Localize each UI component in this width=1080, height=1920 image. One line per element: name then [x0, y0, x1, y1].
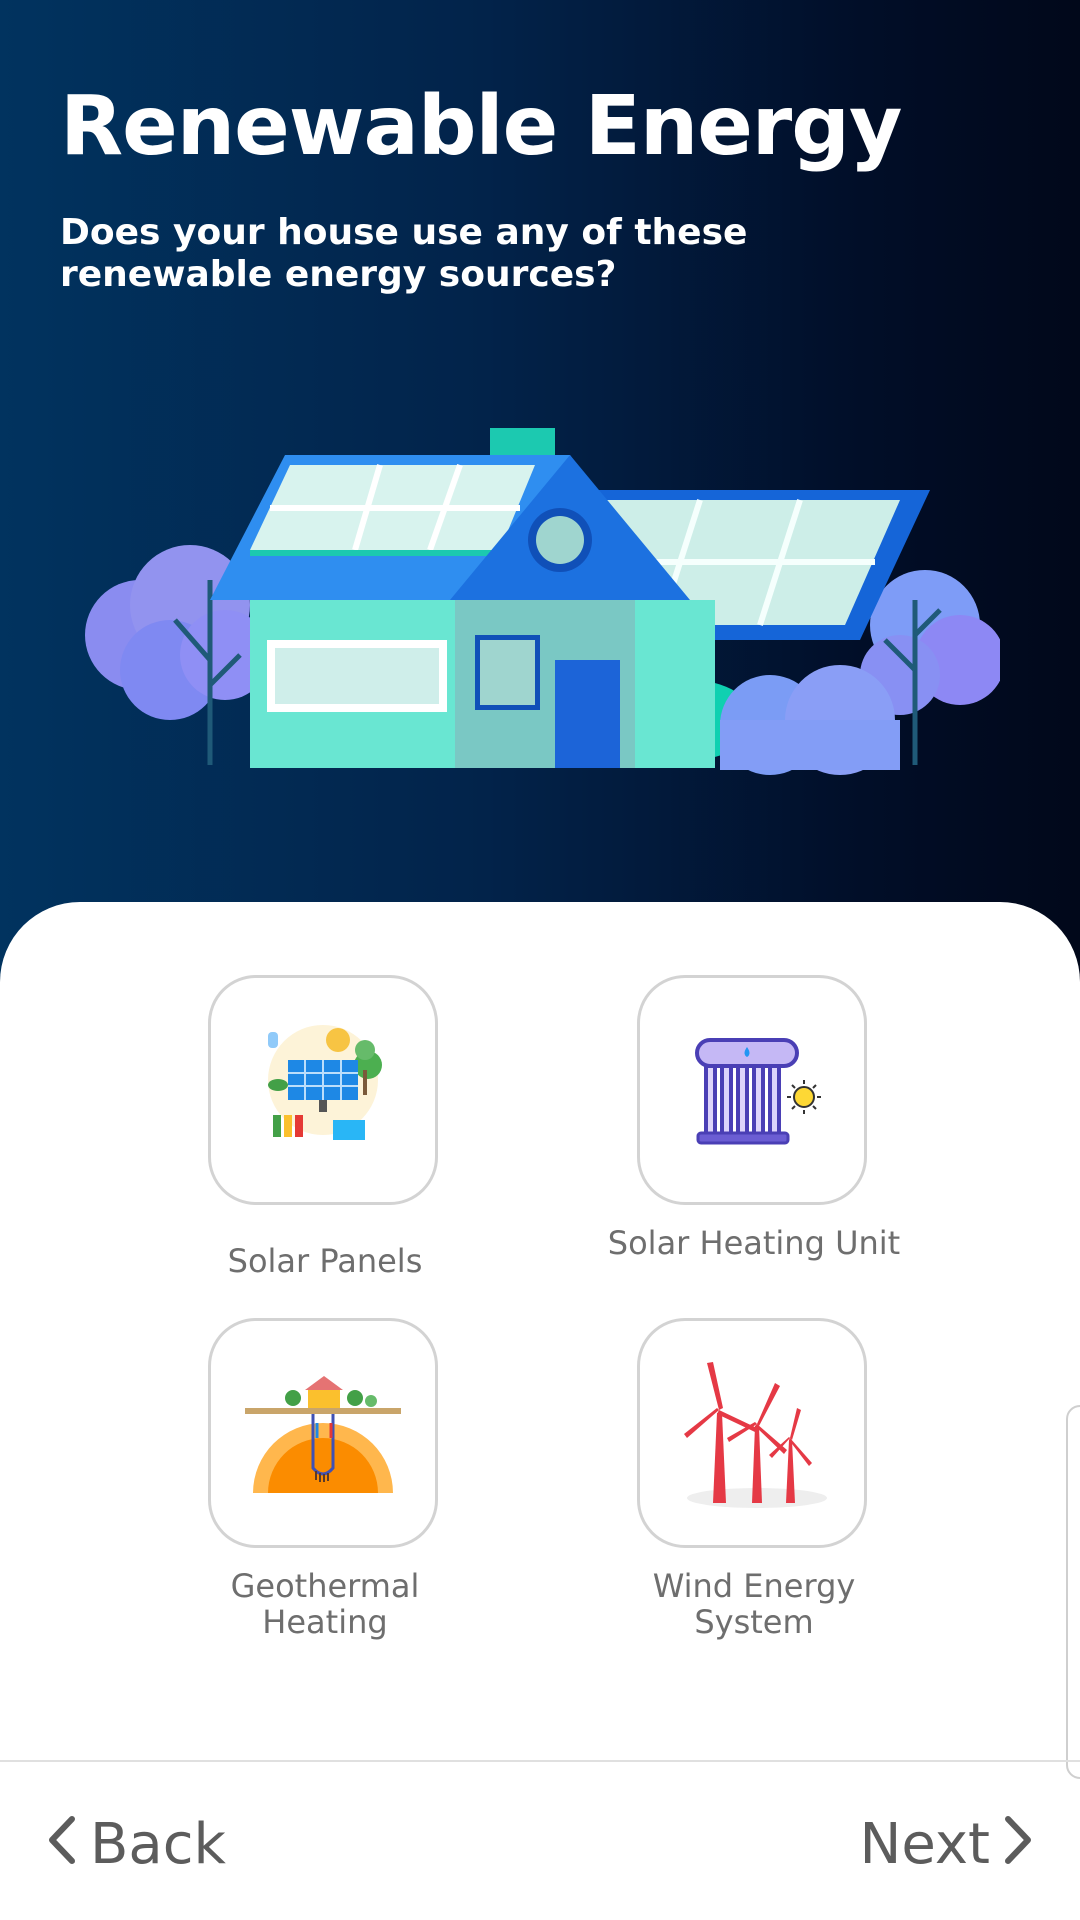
option-wind-energy-system[interactable]: Wind Energy System	[637, 1318, 871, 1640]
option-tile[interactable]	[208, 1318, 438, 1548]
option-label: Solar Heating Unit	[607, 1224, 901, 1262]
options-card	[0, 902, 1080, 1920]
option-solar-heating-unit[interactable]: Solar Heating Unit	[608, 975, 900, 1261]
chevron-left-icon	[44, 1813, 78, 1876]
page-subtitle: Does your house use any of these renewab…	[60, 212, 748, 295]
back-label: Back	[90, 1812, 226, 1877]
geothermal-icon	[245, 1376, 401, 1493]
next-label: Next	[859, 1812, 990, 1877]
back-button[interactable]: Back	[44, 1812, 226, 1877]
footer-divider	[0, 1760, 1080, 1762]
option-geothermal-heating[interactable]: Geothermal Heating	[208, 1318, 442, 1640]
solar-panels-icon	[268, 1025, 382, 1140]
house-illustration	[85, 428, 1000, 775]
option-tile[interactable]	[637, 975, 867, 1205]
chevron-right-icon	[1002, 1813, 1036, 1876]
hero-banner: Renewable Energy Does your house use any…	[0, 0, 1080, 1000]
option-label: Geothermal Heating	[230, 1567, 420, 1641]
option-label: Solar Panels	[227, 1242, 423, 1280]
page-title: Renewable Energy	[60, 79, 902, 174]
next-button[interactable]: Next	[860, 1812, 1036, 1877]
option-tile[interactable]	[208, 975, 438, 1205]
wind-turbine-icon	[684, 1362, 827, 1508]
option-solar-panels[interactable]: Solar Panels	[208, 975, 442, 1279]
option-tile[interactable]	[637, 1318, 867, 1548]
option-label: Wind Energy System	[652, 1567, 856, 1641]
side-panel-handle[interactable]	[1066, 1405, 1080, 1779]
solar-heating-icon	[695, 1038, 821, 1145]
